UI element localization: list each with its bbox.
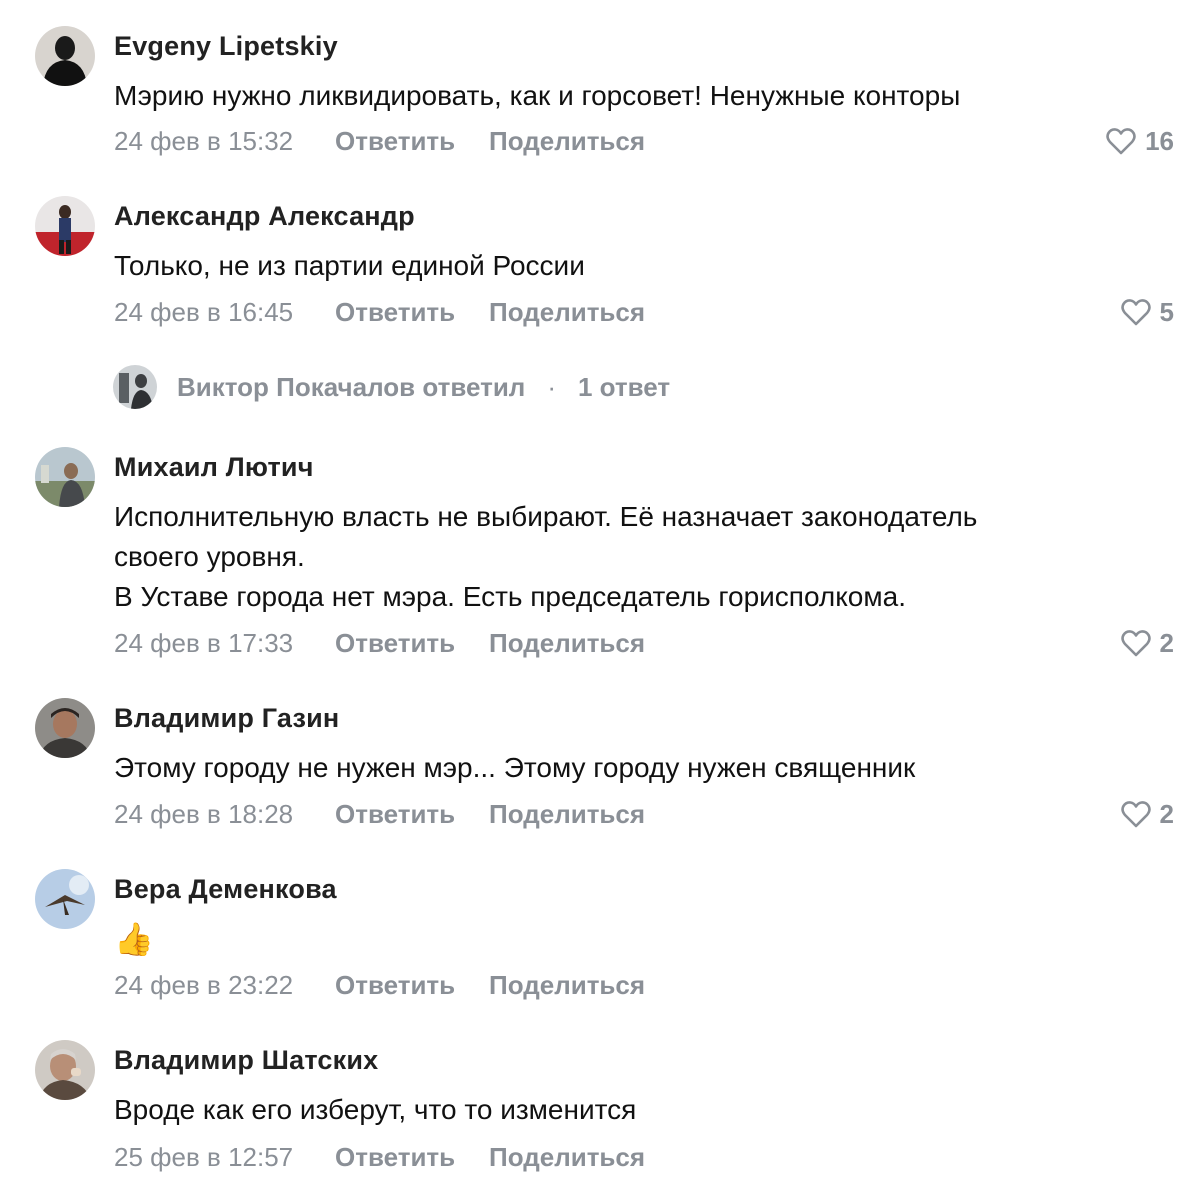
comment-meta: 24 фев в 18:28 Ответить Поделиться 2 <box>114 798 1174 830</box>
avatar[interactable] <box>35 447 95 507</box>
comment-author[interactable]: Владимир Шатских <box>114 1044 378 1076</box>
reply-button[interactable]: Ответить <box>335 296 455 328</box>
comment-text-line: Только, не из партии единой России <box>114 250 585 281</box>
heart-icon <box>1106 128 1136 155</box>
share-button[interactable]: Поделиться <box>489 627 645 659</box>
avatar[interactable] <box>35 196 95 256</box>
comment-text-line: Мэрию нужно ликвидировать, как и горсове… <box>114 80 961 111</box>
comment-text: 👍 <box>114 919 1124 959</box>
comment-text: Только, не из партии единой России <box>114 246 1124 286</box>
comment-date[interactable]: 24 фев в 23:22 <box>114 969 293 1001</box>
like-button[interactable]: 16 <box>1105 125 1174 157</box>
thread-separator: · <box>547 371 556 402</box>
comment-author[interactable]: Вера Деменкова <box>114 873 337 905</box>
like-count: 2 <box>1159 799 1174 829</box>
comment-text-line: Вроде как его изберут, что то изменится <box>114 1094 637 1125</box>
comment-meta: 24 фев в 23:22 Ответить Поделиться <box>114 969 1174 1001</box>
comment-author[interactable]: Evgeny Lipetskiy <box>114 30 338 62</box>
comment-author[interactable]: Владимир Газин <box>114 702 339 734</box>
like-button[interactable]: 5 <box>1120 296 1174 328</box>
comment-meta: 25 фев в 12:57 Ответить Поделиться <box>114 1141 1174 1173</box>
reply-button[interactable]: Ответить <box>335 798 455 830</box>
reply-button[interactable]: Ответить <box>335 969 455 1001</box>
comment-meta: 24 фев в 17:33 Ответить Поделиться 2 <box>114 627 1174 659</box>
comment-text-line: своего уровня. <box>114 541 305 572</box>
like-count: 5 <box>1159 297 1174 327</box>
thread-reply-count: 1 ответ <box>578 371 671 402</box>
share-button[interactable]: Поделиться <box>489 1141 645 1173</box>
heart-icon <box>1120 801 1151 828</box>
avatar[interactable] <box>35 869 95 929</box>
like-button[interactable]: 2 <box>1120 627 1174 659</box>
avatar[interactable] <box>35 26 95 86</box>
avatar[interactable] <box>35 698 95 758</box>
share-button[interactable]: Поделиться <box>489 969 645 1001</box>
comment-date[interactable]: 24 фев в 18:28 <box>114 798 293 830</box>
thumbs-up-icon: 👍 <box>114 921 154 957</box>
avatar[interactable] <box>35 1040 95 1100</box>
share-button[interactable]: Поделиться <box>489 798 645 830</box>
comment-date[interactable]: 24 фев в 16:45 <box>114 296 293 328</box>
comment-meta: 24 фев в 16:45 Ответить Поделиться 5 <box>114 296 1174 328</box>
reply-button[interactable]: Ответить <box>335 627 455 659</box>
comment-date[interactable]: 24 фев в 15:32 <box>114 125 293 157</box>
comment-author[interactable]: Александр Александр <box>114 200 415 232</box>
thread-replier: Виктор Покачалов ответил <box>177 371 526 402</box>
replies-thread[interactable]: Виктор Покачалов ответил · 1 ответ <box>113 364 670 410</box>
comment-date[interactable]: 24 фев в 17:33 <box>114 627 293 659</box>
comment-text-line: В Уставе города нет мэра. Есть председат… <box>114 581 906 612</box>
comment-text: Исполнительную власть не выбирают. Её на… <box>114 497 1124 617</box>
reply-button[interactable]: Ответить <box>335 1141 455 1173</box>
like-count: 2 <box>1159 628 1174 658</box>
comment-author[interactable]: Михаил Лютич <box>114 451 314 483</box>
like-button[interactable]: 2 <box>1120 798 1174 830</box>
comment-text-line: Исполнительную власть не выбирают. Её на… <box>114 501 978 532</box>
comment-meta: 24 фев в 15:32 Ответить Поделиться 16 <box>114 125 1174 157</box>
reply-button[interactable]: Ответить <box>335 125 455 157</box>
comment-text: Вроде как его изберут, что то изменится <box>114 1090 1124 1130</box>
like-count: 16 <box>1145 126 1174 156</box>
comment-text-line: Этому городу не нужен мэр... Этому город… <box>114 752 916 783</box>
heart-icon <box>1120 630 1151 657</box>
avatar <box>113 365 157 409</box>
heart-icon <box>1120 299 1151 326</box>
share-button[interactable]: Поделиться <box>489 125 645 157</box>
share-button[interactable]: Поделиться <box>489 296 645 328</box>
comment-text: Мэрию нужно ликвидировать, как и горсове… <box>114 76 1124 116</box>
comment-text: Этому городу не нужен мэр... Этому город… <box>114 748 1124 788</box>
comment-date[interactable]: 25 фев в 12:57 <box>114 1141 293 1173</box>
